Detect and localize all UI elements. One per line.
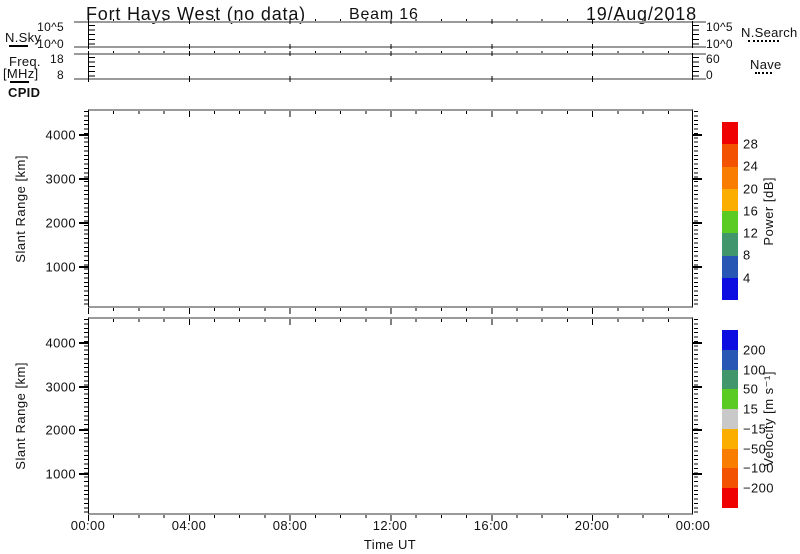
power-ytick-major <box>693 178 702 180</box>
power-ytick-label: 3000 <box>34 172 76 187</box>
power-cbar-tick: 12 <box>743 226 758 241</box>
nsearch-dotted-line-key <box>748 40 779 42</box>
power-yaxis-title-wrap: Slant Range [km] <box>8 109 32 308</box>
power-cbar-title-wrap: Power [dB] <box>757 122 779 300</box>
velocity-colorbar-segment <box>722 429 738 449</box>
power-colorbar-segment <box>722 211 738 233</box>
velocity-cbar-tick: 15 <box>743 402 758 417</box>
nsky-legend-label: N.Sky <box>5 30 41 45</box>
velocity-ytick-major <box>693 386 702 388</box>
power-cbar-tick: 28 <box>743 137 758 152</box>
velocity-ytick-major <box>79 473 88 475</box>
velocity-xticks-minor-top <box>88 319 693 322</box>
time-tick-label: 00:00 <box>676 518 711 533</box>
velocity-yticks-minor-right <box>694 319 698 513</box>
velocity-ytick-major <box>79 429 88 431</box>
freq-ytick-top-right: 60 <box>706 52 720 66</box>
power-cbar-tick: 24 <box>743 159 758 174</box>
power-ytick-major <box>693 134 702 136</box>
velocity-colorbar-segment <box>722 488 738 508</box>
noise-yticks-left <box>89 25 95 45</box>
power-ytick-major <box>79 222 88 224</box>
time-tick-label: 08:00 <box>273 518 308 533</box>
freq-xticks-minor <box>88 51 693 53</box>
velocity-ytick-label: 1000 <box>34 467 76 482</box>
velocity-colorbar-segment <box>722 468 738 488</box>
nave-legend-label: Nave <box>750 57 782 72</box>
freq-yticks-right <box>693 57 699 77</box>
power-colorbar-segment <box>722 233 738 255</box>
power-panel-plot-area <box>88 109 693 308</box>
power-xticks-minor-bottom <box>88 308 693 311</box>
power-cbar-tick: 8 <box>743 248 751 263</box>
velocity-colorbar <box>722 330 738 508</box>
velocity-yticks-minor-left <box>84 319 88 513</box>
time-tick-label: 20:00 <box>575 518 610 533</box>
power-colorbar-segment <box>722 122 738 144</box>
rti-summary-plot: Fort Hays West (no data) Beam 16 19/Aug/… <box>0 0 800 554</box>
freq-solid-line-key <box>10 81 29 83</box>
time-tick-label: 12:00 <box>373 518 408 533</box>
power-ytick-label: 4000 <box>34 128 76 143</box>
noise-yticks-right <box>693 25 699 45</box>
time-tick-label: 00:00 <box>71 518 106 533</box>
power-colorbar-segment <box>722 189 738 211</box>
power-ytick-major <box>79 178 88 180</box>
velocity-ytick-label: 2000 <box>34 423 76 438</box>
velocity-yaxis-title: Slant Range [km] <box>13 362 28 470</box>
noise-ytick-top-right: 10^5 <box>706 20 733 34</box>
velocity-cbar-title-wrap: Velocity [m s⁻¹] <box>757 330 779 508</box>
time-axis-title: Time UT <box>364 537 416 552</box>
velocity-colorbar-segment <box>722 370 738 390</box>
nave-dotted-line-key <box>755 72 772 74</box>
freq-xticks-major-bottom <box>88 76 693 82</box>
velocity-yaxis-title-wrap: Slant Range [km] <box>8 317 32 515</box>
power-ytick-label: 2000 <box>34 216 76 231</box>
velocity-ytick-label: 3000 <box>34 380 76 395</box>
velocity-ytick-major <box>693 429 702 431</box>
power-colorbar-segment <box>722 167 738 189</box>
velocity-colorbar-segment <box>722 389 738 409</box>
nsky-solid-line-key <box>9 45 28 47</box>
noise-xticks-major-bottom <box>88 44 693 49</box>
nsearch-legend-label: N.Search <box>741 25 798 40</box>
noise-xticks-minor <box>88 19 693 21</box>
power-colorbar-segment <box>722 256 738 278</box>
freq-legend-label-line2: [MHz] <box>3 66 38 81</box>
velocity-ytick-major <box>79 386 88 388</box>
power-ytick-major <box>79 134 88 136</box>
power-colorbar-segment <box>722 144 738 166</box>
power-cbar-tick: 16 <box>743 204 758 219</box>
velocity-colorbar-segment <box>722 350 738 370</box>
velocity-ytick-major <box>693 473 702 475</box>
freq-ytick-bottom-right: 0 <box>706 68 713 82</box>
velocity-panel-plot-area <box>88 317 693 515</box>
power-yaxis-title: Slant Range [km] <box>13 155 28 263</box>
velocity-colorbar-segment <box>722 449 738 469</box>
power-ytick-major <box>693 222 702 224</box>
time-tick-label: 16:00 <box>474 518 509 533</box>
velocity-cbar-tick: 50 <box>743 382 758 397</box>
velocity-colorbar-segment <box>722 409 738 429</box>
power-cbar-tick: 4 <box>743 271 751 286</box>
power-ytick-major <box>79 266 88 268</box>
freq-yticks-left <box>89 57 95 77</box>
power-colorbar <box>722 122 738 300</box>
power-colorbar-segment <box>722 278 738 300</box>
power-xticks-minor-top <box>88 111 693 114</box>
velocity-ytick-major <box>693 342 702 344</box>
power-yticks-minor-right <box>694 111 698 306</box>
power-ytick-label: 1000 <box>34 260 76 275</box>
velocity-ytick-label: 4000 <box>34 336 76 351</box>
velocity-colorbar-segment <box>722 330 738 350</box>
velocity-cbar-title: Velocity [m s⁻¹] <box>761 371 776 467</box>
velocity-ytick-major <box>79 342 88 344</box>
power-cbar-title: Power [dB] <box>761 177 776 246</box>
power-yticks-minor-left <box>84 111 88 306</box>
cpid-label: CPID <box>8 85 40 100</box>
power-ytick-major <box>693 266 702 268</box>
power-cbar-tick: 20 <box>743 182 758 197</box>
noise-ytick-bottom-right: 10^0 <box>706 37 733 51</box>
time-tick-label: 04:00 <box>172 518 207 533</box>
